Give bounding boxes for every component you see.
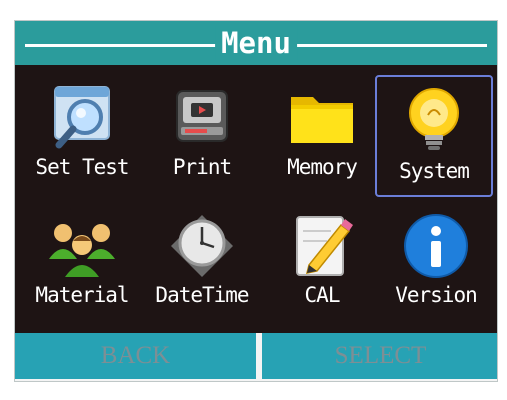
page-title: Menu [215,26,297,60]
menu-item-material[interactable]: Material [23,199,141,319]
menu-item-datetime[interactable]: DateTime [143,199,261,319]
lightbulb-icon [409,88,459,150]
info-icon [404,214,468,278]
device-screen: Menu Set Test Print Memory System Materi… [14,20,498,382]
menu-item-memory[interactable]: Memory [263,71,381,191]
title-bar: Menu [15,21,497,65]
select-button[interactable]: SELECT [262,333,497,379]
menu-item-label: Print [172,155,232,179]
menu-item-label: Material [35,283,129,307]
menu-item-label: DateTime [155,283,249,307]
menu-item-label: Set Test [35,155,129,179]
pencil-note-icon [296,216,353,276]
menu-item-cal[interactable]: CAL [263,199,381,319]
device-bezel: Menu Set Test Print Memory System Materi… [0,0,507,400]
magnifier-icon [54,86,110,149]
menu-item-system[interactable]: System [375,75,493,197]
menu-item-label: CAL [304,283,341,307]
menu-item-label: Memory [287,155,358,179]
menu-item-print[interactable]: Print [143,71,261,191]
menu-grid: Set Test Print Memory System Material Da… [15,65,497,333]
menu-item-version[interactable]: Version [377,199,495,319]
printer-icon [176,90,228,142]
menu-item-label: Version [395,283,478,307]
footer-bar: BACK SELECT [15,333,497,381]
menu-item-set-test[interactable]: Set Test [23,71,141,191]
clock-icon [171,215,233,277]
menu-item-label: System [399,159,470,183]
users-icon [49,224,115,277]
folder-icon [291,97,353,143]
back-button[interactable]: BACK [15,333,256,379]
